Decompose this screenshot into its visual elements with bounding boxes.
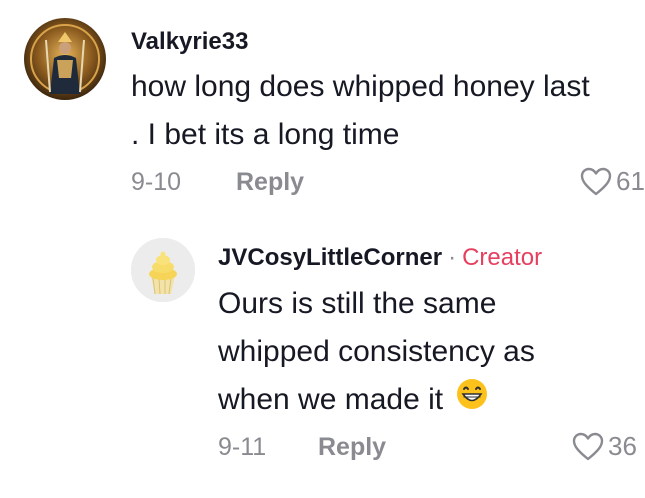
comment-date: 9-10 xyxy=(131,168,182,196)
comment-date: 9-11 xyxy=(218,433,267,461)
comment-text-line: Ours is still the same xyxy=(218,287,497,320)
grin-emoji-icon: 😁 xyxy=(455,377,489,426)
avatar[interactable] xyxy=(24,18,106,100)
comment-username-row: JVCosyLittleCorner · Creator xyxy=(218,244,542,272)
cupcake-avatar-image xyxy=(131,238,195,302)
like-count: 36 xyxy=(608,431,637,461)
heart-icon xyxy=(580,167,612,195)
like-button[interactable]: 61 xyxy=(580,166,645,197)
separator-dot: · xyxy=(448,244,457,271)
reply-button[interactable]: Reply xyxy=(318,433,386,462)
creator-badge: Creator xyxy=(462,244,543,271)
reply-comment: JVCosyLittleCorner · Creator Ours is still… xyxy=(0,210,645,498)
comment-text-line-with-emoji: when we made it 😁 xyxy=(218,376,489,426)
comment: Valkyrie33 how long does whipped honey l… xyxy=(0,0,645,210)
comment-text-line: how long does whipped honey last xyxy=(131,70,590,103)
valkyrie-avatar-image xyxy=(24,18,106,100)
like-button[interactable]: 36 xyxy=(572,431,637,462)
heart-icon xyxy=(572,432,604,460)
comment-username[interactable]: JVCosyLittleCorner xyxy=(218,244,442,271)
reply-button[interactable]: Reply xyxy=(236,168,304,197)
like-count: 61 xyxy=(616,166,645,196)
comment-text-line: whipped consistency as xyxy=(218,335,535,368)
avatar[interactable] xyxy=(131,238,195,302)
comment-text-line: when we made it xyxy=(218,383,444,416)
comment-username[interactable]: Valkyrie33 xyxy=(131,28,248,56)
comment-text-line: . I bet its a long time xyxy=(131,118,400,151)
